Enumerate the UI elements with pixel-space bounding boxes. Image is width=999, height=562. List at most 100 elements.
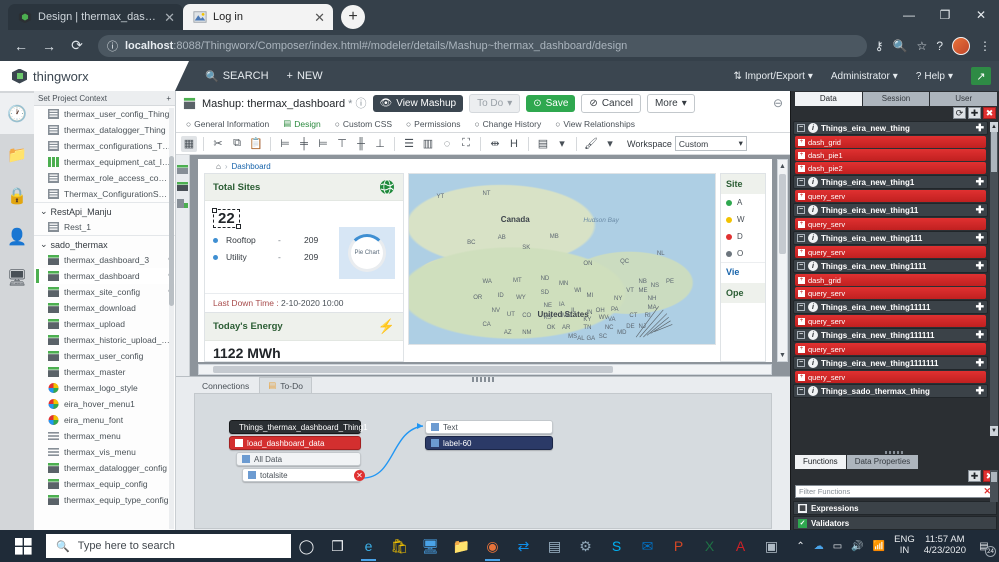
entity-scroll-up-icon[interactable]: ▲ xyxy=(990,122,998,132)
app-icon[interactable]: ▣ xyxy=(756,530,787,562)
align-bottom-icon[interactable]: ⊥ xyxy=(372,136,388,152)
canvas-horizontal-scrollbar[interactable] xyxy=(198,364,772,375)
user-menu[interactable]: Administrator ▾ xyxy=(831,71,898,82)
tree-item-sado_thermax-0[interactable]: thermax_dashboard_3* xyxy=(34,252,175,268)
volume-icon[interactable]: 🔊 xyxy=(851,541,863,552)
entity-row-1[interactable]: − i Things_eira_new_thing1 ✚ xyxy=(793,175,988,189)
notification-center-icon[interactable]: ▤ 24 xyxy=(975,537,996,557)
service-row-0-1[interactable]: + dash_pie1 xyxy=(795,149,986,161)
connections-tab-0[interactable]: Connections xyxy=(194,379,257,393)
style-picker-icon[interactable]: 🖌 xyxy=(583,136,599,152)
chrome-menu-icon[interactable]: ⋮ xyxy=(979,39,991,53)
bookmark-star-icon[interactable]: ☆ xyxy=(917,39,928,53)
data-panel-tab-0[interactable]: Data xyxy=(795,92,862,106)
tree-item-4[interactable]: thermax_role_access_config... xyxy=(34,170,175,186)
add-function-button[interactable]: ✚ xyxy=(968,470,981,482)
outlook-icon[interactable]: ✉ xyxy=(632,530,663,562)
info-icon[interactable]: i xyxy=(808,330,818,340)
edge-icon[interactable]: e xyxy=(353,530,384,562)
forward-button[interactable]: → xyxy=(36,33,62,59)
header-new-button[interactable]: + NEW xyxy=(287,70,323,82)
site-status-row-1[interactable]: W xyxy=(721,211,765,228)
service-row-5-0[interactable]: + query_serv xyxy=(795,315,986,327)
tree-group-1[interactable]: ⌄ sado_thermax xyxy=(34,235,175,252)
entity-scroll-down-icon[interactable]: ▼ xyxy=(990,426,998,436)
add-entity-button[interactable]: ✚ xyxy=(968,107,981,119)
spacing-h-icon[interactable]: ⇹ xyxy=(487,136,503,152)
site-view-link[interactable]: Vie xyxy=(721,262,765,281)
widgets-grid-icon[interactable]: ▦ xyxy=(181,135,197,152)
tree-item-3[interactable]: thermax_equipment_cat_list... xyxy=(34,154,175,170)
add-service-icon[interactable]: ✚ xyxy=(976,123,984,134)
info-icon[interactable]: i xyxy=(808,261,818,271)
service-row-6-0[interactable]: + query_serv xyxy=(795,343,986,355)
show-hidden-icons-icon[interactable]: ⌃ xyxy=(796,541,804,552)
add-service-icon[interactable]: ✚ xyxy=(976,330,984,341)
mashup-panel-icon[interactable] xyxy=(177,182,188,191)
window-close-button[interactable]: ✕ xyxy=(963,0,999,30)
canvas-vertical-scrollbar[interactable]: ▲ ▼ xyxy=(777,159,788,362)
expand-toggle-icon[interactable]: − xyxy=(797,359,805,367)
add-service-icon[interactable]: ✚ xyxy=(976,358,984,369)
binding-node-3[interactable]: totalsite ✕ xyxy=(242,468,365,482)
workspace-select[interactable]: Custom ▾ xyxy=(674,136,747,151)
expand-service-icon[interactable]: + xyxy=(798,220,805,228)
clock[interactable]: 11:57 AM 4/23/2020 xyxy=(924,534,966,557)
tree-item-sado_thermax-4[interactable]: thermax_upload xyxy=(34,316,175,332)
distribute-h-icon[interactable]: ▥ xyxy=(420,136,436,152)
design-canvas[interactable]: ⌂ › Dashboard Total Sites 22 Rooftop - 2… xyxy=(190,155,790,376)
home-icon[interactable]: ⌂ xyxy=(216,162,221,171)
functions-tab-1[interactable]: Data Properties xyxy=(846,455,919,469)
panel-resize-grip[interactable] xyxy=(472,377,494,382)
browser-tab-1-close-icon[interactable]: ✕ xyxy=(164,11,175,24)
network-icon[interactable]: ▭ xyxy=(833,541,842,552)
service-row-7-0[interactable]: + query_serv xyxy=(795,371,986,383)
chevron-down-icon[interactable]: ▾ xyxy=(602,136,618,152)
project-tree-scrollbar[interactable] xyxy=(169,108,174,529)
window-minimize-button[interactable]: — xyxy=(891,0,927,30)
remove-entity-button[interactable]: ✖ xyxy=(983,107,996,119)
new-tab-button[interactable]: + xyxy=(341,5,365,29)
site-status-row-0[interactable]: A xyxy=(721,194,765,211)
mashup-tab-1[interactable]: ▤ Design xyxy=(283,118,321,129)
tree-group-0[interactable]: ⌄ RestApi_Manju xyxy=(34,202,175,219)
onedrive-icon[interactable]: ☁ xyxy=(814,541,824,552)
border-icon[interactable]: ▤ xyxy=(535,136,551,152)
align-top-icon[interactable]: ⊤ xyxy=(334,136,350,152)
window-maximize-button[interactable]: ❐ xyxy=(927,0,963,30)
remote-desktop-icon[interactable]: 🖥 xyxy=(415,530,446,562)
search-icon[interactable]: 🔍 xyxy=(893,39,908,53)
tree-item-sado_thermax-1[interactable]: thermax_dashboard* xyxy=(34,268,175,284)
binding-node-4[interactable]: Text xyxy=(425,420,553,434)
service-row-4-1[interactable]: + query_serv xyxy=(795,287,986,299)
tree-item-2[interactable]: thermax_configurations_Thing xyxy=(34,138,175,154)
function-row-0[interactable]: ▦ Expressions xyxy=(793,501,997,515)
url-bar[interactable]: ⓘ localhost:8088/Thingworx/Composer/inde… xyxy=(98,34,867,57)
notepad-icon[interactable]: ▤ xyxy=(539,530,570,562)
data-panel-tab-2[interactable]: User xyxy=(930,92,998,106)
cortana-icon[interactable]: ◯ xyxy=(291,530,322,562)
tree-item-sado_thermax-5[interactable]: thermax_historic_upload_co... xyxy=(34,332,175,348)
help-menu[interactable]: ? Help ▾ xyxy=(916,71,953,82)
expand-service-icon[interactable]: + xyxy=(798,276,805,284)
entity-row-8[interactable]: − i Things_sado_thermax_thing ✚ xyxy=(793,384,988,398)
entity-row-3[interactable]: − i Things_eira_new_thing111 ✚ xyxy=(793,231,988,245)
data-panel-tab-1[interactable]: Session xyxy=(862,92,930,106)
tree-item-RestApi_Manju-0[interactable]: Rest_1 xyxy=(34,219,175,235)
back-button[interactable]: ← xyxy=(8,33,34,59)
excel-icon[interactable]: X xyxy=(694,530,725,562)
align-center-h-icon[interactable]: ╪ xyxy=(296,136,312,152)
expand-toggle-icon[interactable]: − xyxy=(797,206,805,214)
skype-icon[interactable]: S xyxy=(601,530,632,562)
layout-panel-icon[interactable] xyxy=(177,165,188,174)
mashup-tab-2[interactable]: ○ Custom CSS xyxy=(335,119,392,129)
expand-service-icon[interactable]: + xyxy=(798,289,805,297)
expand-service-icon[interactable]: + xyxy=(798,373,805,381)
info-icon[interactable]: i xyxy=(808,358,818,368)
add-service-icon[interactable]: ✚ xyxy=(976,386,984,397)
functions-tab-0[interactable]: Functions xyxy=(795,455,846,469)
mashup-tab-5[interactable]: ○ View Relationships xyxy=(555,119,635,129)
mashup-tab-3[interactable]: ○ Permissions xyxy=(406,119,460,129)
tree-item-sado_thermax-11[interactable]: thermax_menu xyxy=(34,428,175,444)
tree-item-sado_thermax-14[interactable]: thermax_equip_config xyxy=(34,476,175,492)
